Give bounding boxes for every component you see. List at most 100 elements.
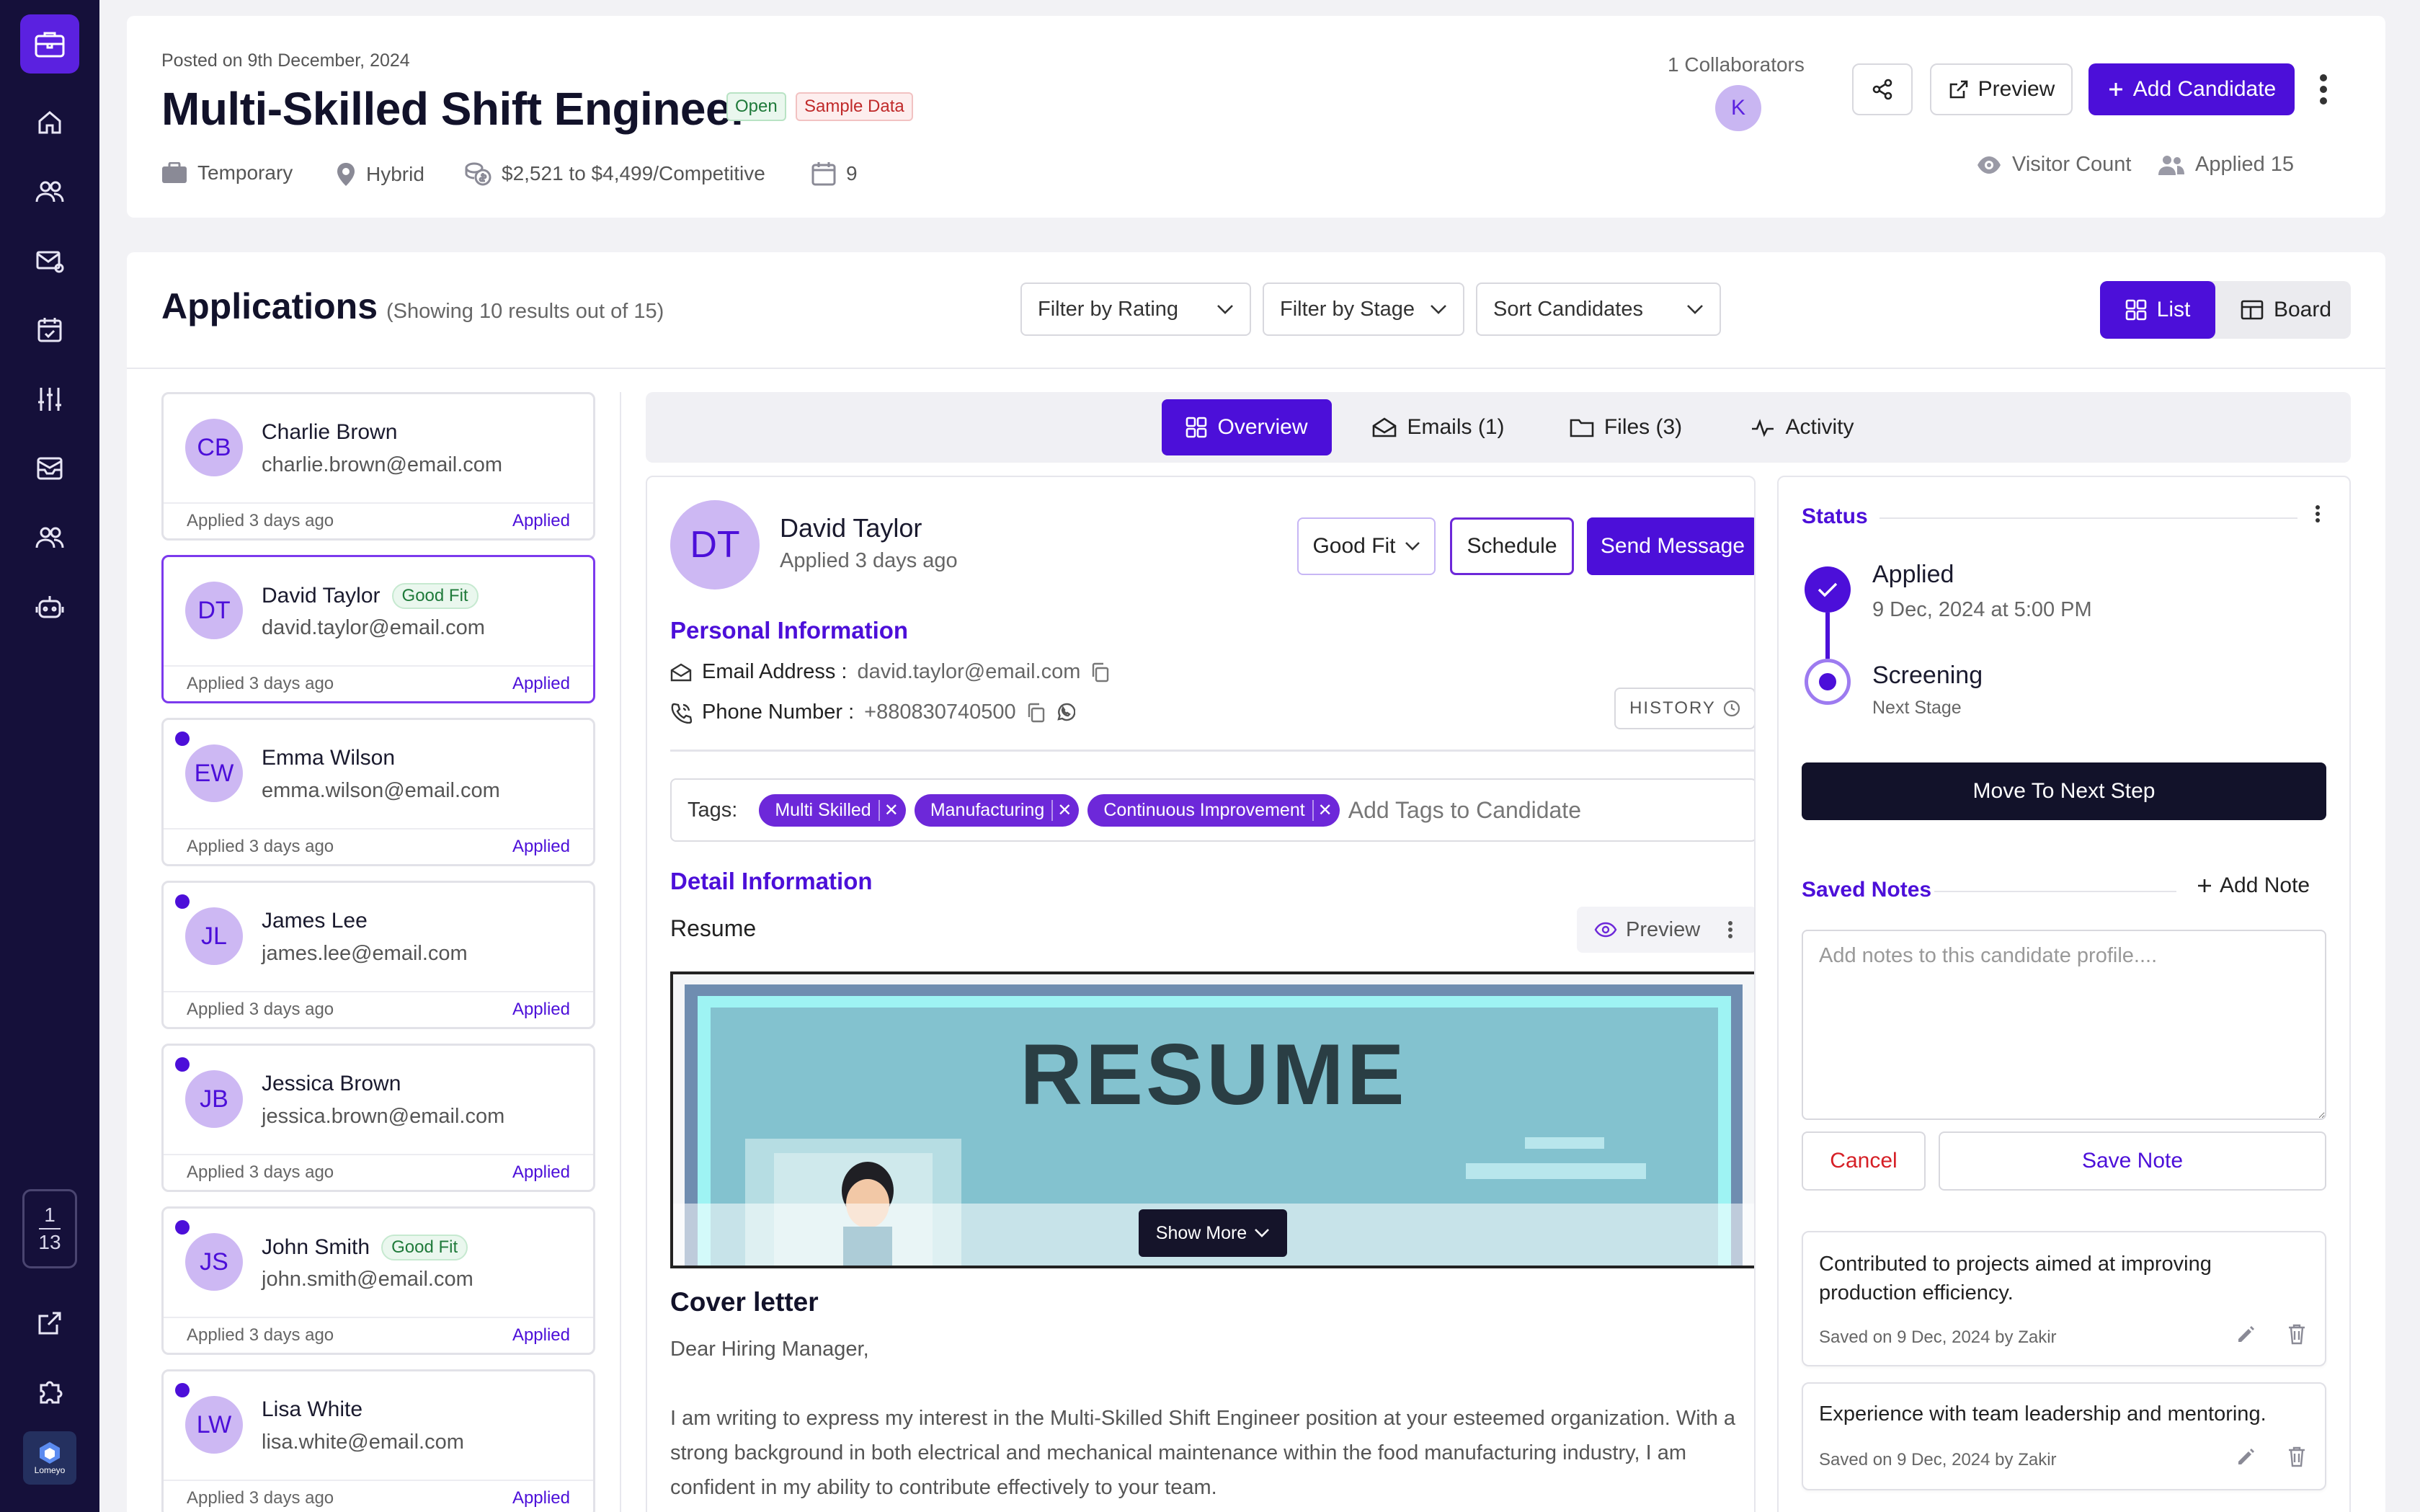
candidate-card[interactable]: JL James Lee james.lee@email.com Applied… bbox=[161, 881, 595, 1029]
share-button[interactable] bbox=[1852, 63, 1913, 115]
status-label: Applied bbox=[512, 1162, 570, 1182]
remove-tag-icon[interactable]: ✕ bbox=[1312, 799, 1333, 821]
candidates-icon[interactable] bbox=[28, 170, 71, 213]
trash-icon[interactable] bbox=[2287, 1446, 2306, 1467]
avatar: DT bbox=[670, 500, 760, 590]
candidate-name: James Lee bbox=[262, 909, 368, 933]
note-card: Experience with team leadership and ment… bbox=[1802, 1382, 2326, 1490]
show-more-button[interactable]: Show More bbox=[1139, 1209, 1287, 1257]
board-view-button[interactable]: Board bbox=[2221, 281, 2351, 339]
tab-activity[interactable]: Activity bbox=[1720, 399, 1885, 455]
note-text: Experience with team leadership and ment… bbox=[1819, 1402, 2266, 1426]
tab-files[interactable]: Files (3) bbox=[1542, 399, 1709, 455]
grid-icon bbox=[2125, 299, 2147, 321]
puzzle-icon[interactable] bbox=[28, 1369, 71, 1413]
history-button[interactable]: HISTORY bbox=[1614, 688, 1754, 729]
add-note-button[interactable]: Add Note bbox=[2197, 873, 2310, 898]
home-icon[interactable] bbox=[28, 101, 71, 144]
candidate-name: Charlie Brown bbox=[262, 420, 398, 444]
folder-icon bbox=[1570, 417, 1594, 437]
status-label: Applied bbox=[512, 1000, 570, 1019]
sliders-icon[interactable] bbox=[28, 378, 71, 421]
more-options-icon[interactable] bbox=[2309, 66, 2338, 112]
tab-overview[interactable]: Overview bbox=[1162, 399, 1332, 455]
results-count: (Showing 10 results out of 15) bbox=[386, 300, 664, 323]
team-icon[interactable] bbox=[28, 516, 71, 559]
more-options-icon[interactable] bbox=[2315, 504, 2321, 523]
tags-input[interactable]: Tags: Multi Skilled ✕ Manufacturing ✕ Cont… bbox=[670, 778, 1754, 842]
tag-chip: Manufacturing ✕ bbox=[914, 793, 1080, 827]
external-link-icon bbox=[1948, 79, 1970, 100]
calendar-icon bbox=[811, 161, 836, 186]
sort-candidates-dropdown[interactable]: Sort Candidates bbox=[1476, 283, 1721, 336]
tags-placeholder[interactable]: Add Tags to Candidate bbox=[1348, 797, 1581, 824]
candidate-name: Jessica Brown bbox=[262, 1072, 401, 1095]
filter-stage-dropdown[interactable]: Filter by Stage bbox=[1263, 283, 1464, 336]
list-view-button[interactable]: List bbox=[2100, 281, 2215, 339]
eye-icon bbox=[1594, 922, 1617, 938]
candidate-email: jessica.brown@email.com bbox=[262, 1105, 505, 1128]
candidate-email: emma.wilson@email.com bbox=[262, 779, 500, 802]
coins-icon bbox=[464, 161, 491, 186]
applied-time: Applied 3 days ago bbox=[187, 1162, 334, 1182]
applied-time: Applied 3 days ago bbox=[187, 1488, 334, 1508]
step-connector bbox=[1825, 613, 1830, 659]
step-screening-sub: Next Stage bbox=[1872, 698, 1962, 718]
move-next-step-button[interactable]: Move To Next Step bbox=[1802, 762, 2326, 820]
edit-icon[interactable] bbox=[2236, 1447, 2256, 1467]
brand-logo: Lomeyo bbox=[23, 1431, 76, 1485]
whatsapp-icon[interactable] bbox=[1055, 703, 1075, 723]
copy-icon[interactable] bbox=[1026, 703, 1045, 723]
candidate-card[interactable]: JS John Smith Good Fit john.smith@email.c… bbox=[161, 1206, 595, 1355]
candidate-name: John Smith bbox=[262, 1235, 370, 1259]
eye-icon bbox=[1976, 156, 2002, 174]
page-indicator[interactable]: 1 13 bbox=[22, 1189, 77, 1268]
bot-icon[interactable] bbox=[28, 585, 71, 628]
add-candidate-button[interactable]: Add Candidate bbox=[2088, 63, 2295, 115]
note-textarea[interactable] bbox=[1802, 930, 2326, 1120]
candidate-card[interactable]: EW Emma Wilson emma.wilson@email.com App… bbox=[161, 718, 595, 866]
briefcase-icon bbox=[161, 162, 187, 184]
candidate-name: David Taylor bbox=[780, 513, 922, 543]
trash-icon[interactable] bbox=[2287, 1323, 2306, 1345]
more-options-icon[interactable] bbox=[1727, 920, 1733, 939]
users-icon bbox=[2158, 154, 2185, 176]
unread-dot bbox=[175, 731, 190, 746]
status-title: Status bbox=[1802, 504, 1868, 528]
preview-button[interactable]: Preview bbox=[1930, 63, 2073, 115]
copy-icon[interactable] bbox=[1090, 662, 1109, 682]
resume-preview-button[interactable]: Preview bbox=[1577, 907, 1754, 953]
send-message-button[interactable]: Send Message bbox=[1587, 517, 1754, 575]
filter-rating-dropdown[interactable]: Filter by Rating bbox=[1020, 283, 1251, 336]
inbox-icon[interactable] bbox=[28, 447, 71, 490]
tab-emails[interactable]: Emails (1) bbox=[1345, 399, 1532, 455]
openings-count: 9 bbox=[811, 161, 858, 186]
remove-tag-icon[interactable]: ✕ bbox=[1051, 799, 1072, 821]
unread-dot bbox=[175, 1220, 190, 1235]
candidate-card[interactable]: DT David Taylor Good Fit david.taylor@ema… bbox=[161, 555, 595, 703]
detail-tabs: Overview Emails (1) Files (3) Activity bbox=[646, 392, 2351, 463]
note-meta: Saved on 9 Dec, 2024 by Zakir bbox=[1819, 1450, 2057, 1469]
external-link-icon[interactable] bbox=[28, 1302, 71, 1345]
page-title: Multi-Skilled Shift Engineer bbox=[161, 83, 749, 135]
remove-tag-icon[interactable]: ✕ bbox=[878, 799, 899, 821]
edit-icon[interactable] bbox=[2236, 1325, 2256, 1345]
schedule-button[interactable]: Schedule bbox=[1450, 517, 1574, 575]
cancel-button[interactable]: Cancel bbox=[1802, 1131, 1926, 1191]
cover-letter-title: Cover letter bbox=[670, 1287, 819, 1317]
board-icon bbox=[2241, 300, 2264, 320]
candidate-card[interactable]: CB Charlie Brown charlie.brown@email.com… bbox=[161, 392, 595, 541]
avatar[interactable]: K bbox=[1715, 85, 1761, 131]
jobs-icon[interactable] bbox=[20, 14, 79, 74]
resume-heading: RESUME bbox=[1020, 1026, 1407, 1123]
mail-settings-icon[interactable] bbox=[28, 239, 71, 283]
candidate-email: james.lee@email.com bbox=[262, 942, 468, 965]
candidate-card[interactable]: JB Jessica Brown jessica.brown@email.com… bbox=[161, 1044, 595, 1192]
plus-icon bbox=[2107, 81, 2125, 98]
visitor-count: Visitor Count bbox=[1976, 153, 2132, 177]
save-note-button[interactable]: Save Note bbox=[1939, 1131, 2326, 1191]
fit-select[interactable]: Good Fit bbox=[1297, 517, 1436, 575]
candidate-card[interactable]: LW Lisa White lisa.white@email.com Appli… bbox=[161, 1369, 595, 1512]
calendar-check-icon[interactable] bbox=[28, 308, 71, 352]
applied-time: Applied 3 days ago bbox=[187, 511, 334, 530]
